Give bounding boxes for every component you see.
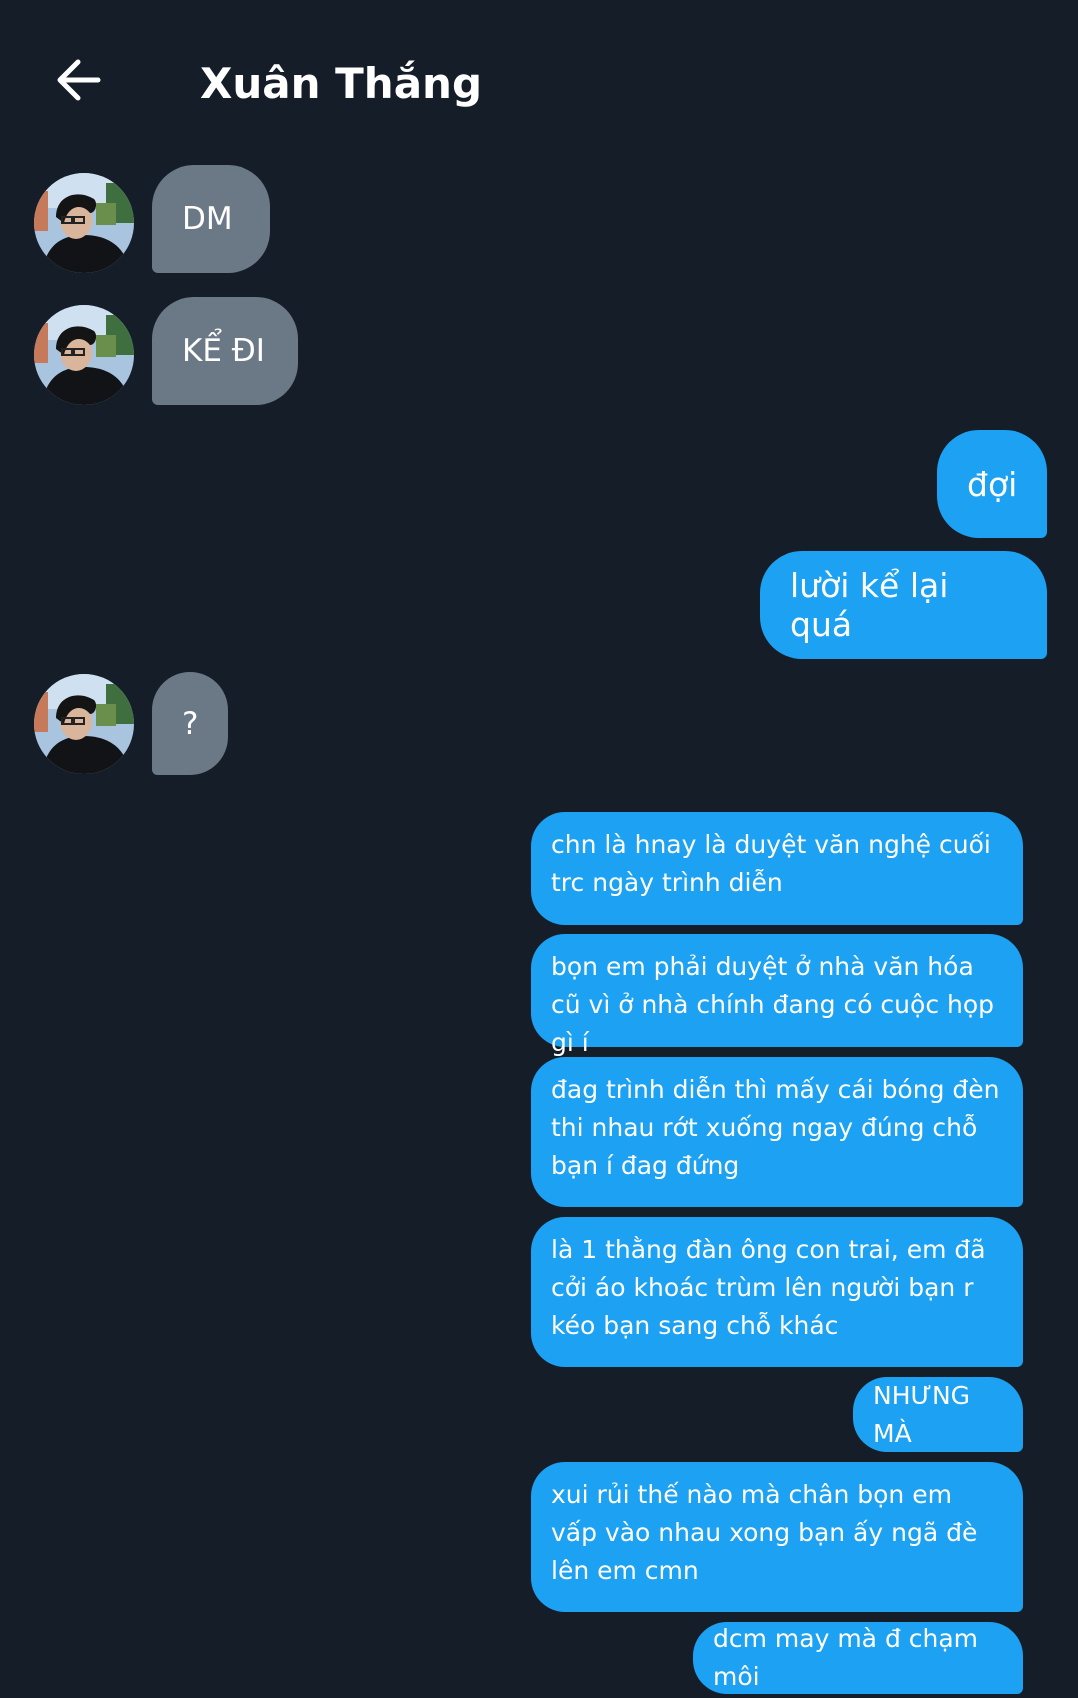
message-bubble-received[interactable]: DM bbox=[152, 165, 270, 273]
message-bubble-sent[interactable]: dcm may mà đ chạm môi bbox=[693, 1622, 1023, 1694]
message-bubble-sent[interactable]: xui rủi thế nào mà chân bọn em vấp vào n… bbox=[531, 1462, 1023, 1612]
message-bubble-sent[interactable]: NHƯNG MÀ bbox=[853, 1377, 1023, 1452]
message-bubble-sent[interactable]: đag trình diễn thì mấy cái bóng đèn thi … bbox=[531, 1057, 1023, 1207]
message-bubble-sent[interactable]: lười kể lại quá bbox=[760, 551, 1047, 659]
message-bubble-sent[interactable]: là 1 thằng đàn ông con trai, em đã cởi á… bbox=[531, 1217, 1023, 1367]
message-bubble-sent[interactable]: chn là hnay là duyệt văn nghệ cuối trc n… bbox=[531, 812, 1023, 925]
chat-header: Xuân Thắng bbox=[0, 0, 1078, 150]
message-bubble-sent[interactable]: đợi bbox=[937, 430, 1047, 538]
contact-name[interactable]: Xuân Thắng bbox=[200, 54, 482, 114]
contact-avatar[interactable] bbox=[34, 674, 134, 774]
contact-avatar[interactable] bbox=[34, 173, 134, 273]
message-bubble-received[interactable]: KỂ ĐI bbox=[152, 297, 298, 405]
message-bubble-received[interactable]: ? bbox=[152, 672, 228, 775]
contact-avatar[interactable] bbox=[34, 305, 134, 405]
message-bubble-sent[interactable]: bọn em phải duyệt ở nhà văn hóa cũ vì ở … bbox=[531, 934, 1023, 1057]
back-button[interactable] bbox=[50, 52, 106, 108]
arrow-left-icon bbox=[57, 59, 101, 101]
